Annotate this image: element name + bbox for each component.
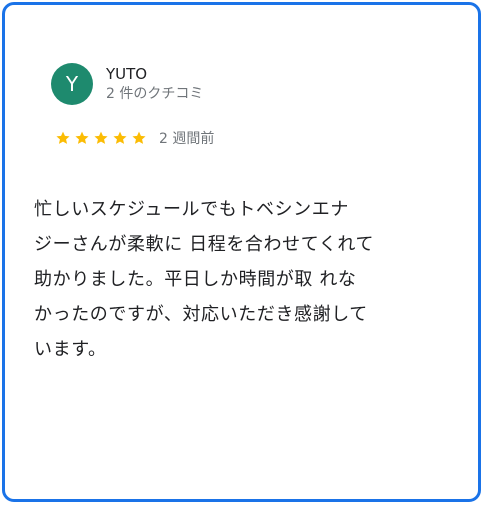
star-rating: [55, 130, 150, 146]
review-card: Y YUTO 2 件のクチコミ 2 週間前 忙しいスケジュールでもトベシンエナ …: [2, 2, 481, 502]
star-icon: [55, 130, 71, 146]
author-info: YUTO 2 件のクチコミ: [106, 64, 203, 104]
star-icon: [74, 130, 90, 146]
star-icon: [93, 130, 109, 146]
rating-row: 2 週間前: [55, 127, 214, 149]
star-icon: [131, 130, 147, 146]
review-header: Y YUTO 2 件のクチコミ: [51, 63, 203, 105]
review-text: 忙しいスケジュールでもトベシンエナ ジーさんが柔軟に 日程を合わせてくれて 助か…: [34, 199, 375, 360]
star-icon: [112, 130, 128, 146]
avatar[interactable]: Y: [51, 63, 93, 105]
review-time: 2 週間前: [159, 131, 215, 147]
author-review-count: 2 件のクチコミ: [106, 86, 204, 102]
author-name[interactable]: YUTO: [106, 64, 203, 84]
